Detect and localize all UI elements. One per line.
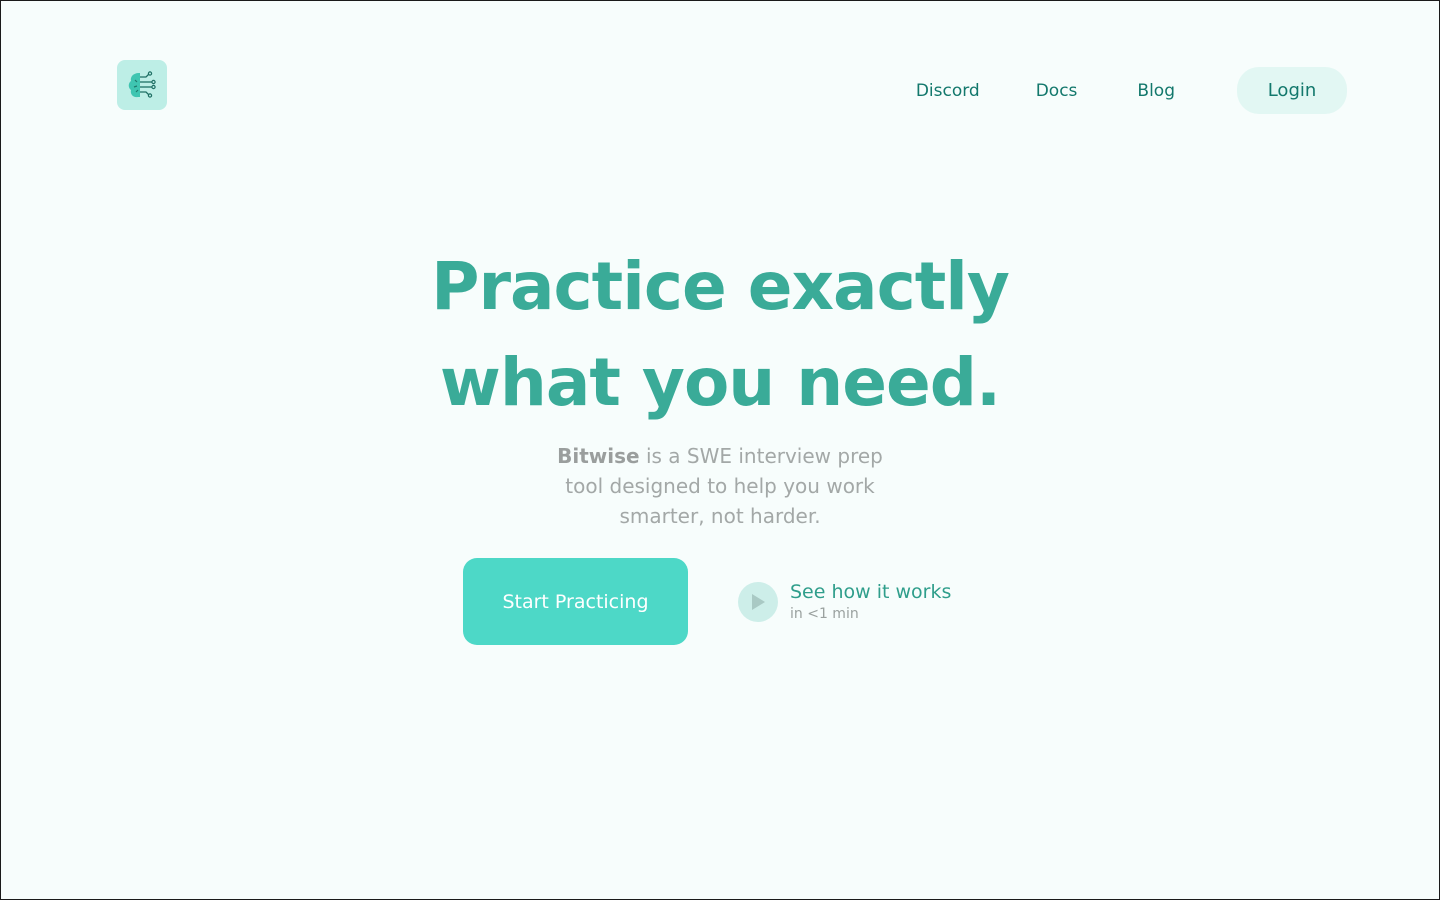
play-button[interactable] bbox=[738, 581, 778, 622]
headline-line-2: what you need. bbox=[439, 344, 1001, 421]
hero-headline: Practice exactly what you need. bbox=[1, 239, 1439, 431]
nav-discord-link[interactable]: Discord bbox=[916, 72, 980, 110]
top-nav: Discord Docs Blog Login bbox=[916, 67, 1347, 114]
landing-page: Discord Docs Blog Login Practice exactly… bbox=[0, 0, 1440, 900]
hero-subtext: Bitwise is a SWE interview prep tool des… bbox=[540, 441, 900, 531]
brain-circuit-icon bbox=[128, 71, 156, 98]
hero-section: Practice exactly what you need. Bitwise … bbox=[1, 239, 1439, 531]
login-button[interactable]: Login bbox=[1237, 67, 1347, 114]
logo[interactable] bbox=[117, 60, 167, 110]
cta-row: Start Practicing See how it works in <1 … bbox=[463, 558, 951, 645]
watch-text: See how it works in <1 min bbox=[790, 580, 951, 624]
brand-name: Bitwise bbox=[557, 444, 640, 468]
play-icon bbox=[752, 593, 765, 610]
watch-video-link[interactable]: See how it works in <1 min bbox=[738, 580, 951, 624]
watch-duration: in <1 min bbox=[790, 605, 859, 622]
nav-docs-link[interactable]: Docs bbox=[1036, 72, 1078, 110]
nav-blog-link[interactable]: Blog bbox=[1137, 72, 1175, 110]
start-practicing-button[interactable]: Start Practicing bbox=[463, 558, 688, 645]
headline-line-1: Practice exactly bbox=[431, 248, 1010, 325]
watch-title: See how it works bbox=[790, 580, 952, 603]
